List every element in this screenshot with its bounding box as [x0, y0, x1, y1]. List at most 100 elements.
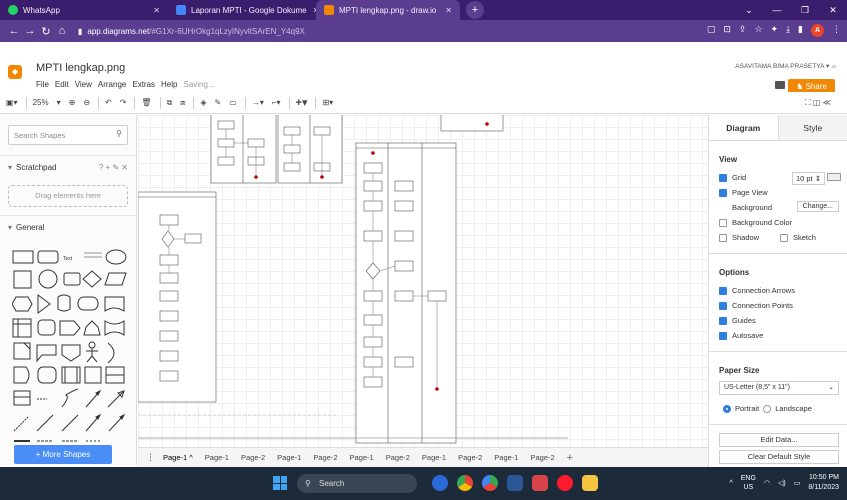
landscape-radio[interactable] — [763, 404, 772, 413]
language-indicator[interactable]: ENG US — [741, 474, 756, 492]
extensions-icon[interactable]: ✦ — [771, 24, 779, 37]
chevron-down-icon[interactable]: ▾ — [57, 98, 61, 107]
word-icon[interactable] — [507, 475, 523, 491]
paper-size-select[interactable]: US-Letter (8,5" x 11") ⌄ — [719, 381, 839, 395]
page-tab[interactable]: Page-1 — [494, 453, 518, 462]
profile-avatar[interactable]: A — [811, 24, 824, 37]
document-title[interactable]: MPTI lengkap.png — [36, 62, 125, 74]
guides-checkbox[interactable] — [719, 316, 727, 325]
general-header[interactable]: ▾ General — [0, 215, 136, 239]
grid-checkbox[interactable] — [719, 173, 727, 182]
tab-whatsapp[interactable]: WhatsApp ✕ — [0, 0, 168, 20]
shadow-checkbox[interactable] — [719, 233, 727, 242]
volume-icon[interactable]: ◁) — [778, 479, 786, 487]
autosave-option[interactable]: Autosave — [709, 328, 847, 343]
sketch-checkbox[interactable] — [780, 233, 788, 242]
insert-icon[interactable]: +▾ — [296, 96, 308, 109]
file-explorer-icon[interactable] — [582, 475, 598, 491]
shadow-icon[interactable]: ▭ — [229, 98, 237, 107]
fill-color-icon[interactable]: ◈ — [200, 98, 206, 107]
tab-style[interactable]: Style — [777, 115, 847, 140]
menu-file[interactable]: File — [36, 80, 49, 89]
app-icon[interactable] — [432, 475, 448, 491]
wifi-icon[interactable]: ◠ — [764, 479, 770, 487]
star-icon[interactable]: ☆ — [754, 24, 762, 37]
screenshot-icon[interactable]: ▢ — [707, 24, 716, 37]
close-icon[interactable]: ✕ — [147, 6, 160, 15]
close-icon[interactable]: ✕ — [307, 6, 316, 15]
menu-help[interactable]: Help — [161, 80, 177, 89]
line-color-icon[interactable]: ✎ — [215, 98, 222, 107]
install-icon[interactable]: ⊡ — [723, 24, 731, 37]
user-name[interactable]: ASAVITAMA BIMA PRASETYA ▾ ☼ — [735, 62, 837, 70]
to-front-icon[interactable]: ⧉ — [167, 98, 173, 108]
menu-edit[interactable]: Edit — [55, 80, 69, 89]
delete-icon[interactable]: 🗑 — [141, 98, 151, 107]
redo-icon[interactable]: ↷ — [120, 98, 127, 107]
comments-icon[interactable] — [775, 81, 785, 89]
add-page-button[interactable]: + — [567, 452, 573, 464]
chrome-icon[interactable] — [482, 475, 498, 491]
scratchpad-header[interactable]: ▾ Scratchpad ? + ✎ ✕ — [0, 155, 136, 179]
page-tab[interactable]: Page-1 — [350, 453, 374, 462]
tab-drawio[interactable]: MPTI lengkap.png - draw.io ✕ — [316, 0, 460, 20]
portrait-radio[interactable] — [723, 404, 731, 413]
diagram-drawing[interactable] — [138, 115, 708, 447]
menu-view[interactable]: View — [75, 80, 92, 89]
connection-icon[interactable]: →▾ — [252, 98, 264, 107]
autosave-checkbox[interactable] — [719, 331, 727, 340]
opera-icon[interactable] — [557, 475, 573, 491]
change-background-button[interactable]: Change... — [796, 201, 839, 212]
edit-data-button[interactable]: Edit Data... — [719, 433, 839, 447]
app-icon[interactable] — [532, 475, 548, 491]
page-view-option[interactable]: Page View — [709, 185, 847, 200]
download-icon[interactable]: ⤓ — [786, 24, 790, 37]
page-tab[interactable]: Page-2 — [458, 453, 482, 462]
connection-points-option[interactable]: Connection Points — [709, 298, 847, 313]
guides-option[interactable]: Guides — [709, 313, 847, 328]
page-tab[interactable]: Page-1 — [422, 453, 446, 462]
waypoints-icon[interactable]: ⌐▾ — [272, 98, 281, 107]
grid-size-stepper[interactable]: 10 pt ⇕ — [791, 172, 825, 185]
clear-default-style-button[interactable]: Clear Default Style — [719, 450, 839, 464]
page-view-checkbox[interactable] — [719, 188, 727, 197]
zoom-level[interactable]: 25% — [33, 98, 49, 107]
zoom-out-icon[interactable]: ⊖ — [83, 98, 90, 107]
scratchpad-dropzone[interactable]: Drag elements here — [8, 185, 128, 207]
page-tab[interactable]: Page-1 — [277, 453, 301, 462]
page-tab[interactable]: Page-1 — [205, 453, 229, 462]
to-back-icon[interactable]: ⧈ — [180, 98, 185, 108]
tab-diagram[interactable]: Diagram — [709, 115, 778, 140]
page-tab[interactable]: Page-2 — [530, 453, 554, 462]
connection-points-checkbox[interactable] — [719, 301, 727, 310]
menu-arrange[interactable]: Arrange — [98, 80, 126, 89]
back-icon[interactable]: ← — [6, 25, 22, 37]
share-icon[interactable]: ⇪ — [739, 24, 747, 37]
windows-start-icon[interactable] — [273, 476, 287, 490]
search-input[interactable]: Search Shapes ⚲ — [8, 125, 128, 145]
connection-arrows-checkbox[interactable] — [719, 286, 727, 295]
close-icon[interactable]: ✕ — [439, 6, 452, 15]
grid-color-swatch[interactable] — [827, 173, 841, 181]
chrome-icon[interactable] — [457, 475, 473, 491]
more-shapes-button[interactable]: + More Shapes — [14, 445, 112, 464]
page-tab[interactable]: Page-2 — [241, 453, 265, 462]
zoom-in-icon[interactable]: ⊕ — [69, 98, 76, 107]
connection-arrows-option[interactable]: Connection Arrows — [709, 283, 847, 298]
battery-icon[interactable]: ▭ — [794, 479, 801, 487]
chevron-down-icon[interactable]: ⌄ — [735, 0, 763, 20]
maximize-icon[interactable]: ❐ — [791, 0, 819, 20]
close-window-icon[interactable]: ✕ — [819, 0, 847, 20]
page-tab[interactable]: Page-2 — [313, 453, 337, 462]
scratchpad-tools[interactable]: ? + ✎ ✕ — [99, 163, 128, 172]
page-tab[interactable]: Page-1 ^ — [163, 453, 193, 462]
menu-icon[interactable]: ⋮ — [832, 24, 841, 37]
grid-option[interactable]: Grid 10 pt ⇕ — [709, 170, 847, 185]
table-icon[interactable]: ⊞▾ — [322, 98, 333, 107]
format-panel-icon[interactable]: ▣▾ — [6, 98, 18, 107]
forward-icon[interactable]: → — [22, 25, 38, 37]
sidepanel-icon[interactable]: ▮ — [798, 24, 803, 37]
taskbar-search[interactable]: ⚲ Search — [297, 474, 417, 493]
tab-google-docs[interactable]: Laporan MPTI - Google Dokume ✕ — [168, 0, 316, 20]
reload-icon[interactable]: ↻ — [38, 25, 54, 38]
